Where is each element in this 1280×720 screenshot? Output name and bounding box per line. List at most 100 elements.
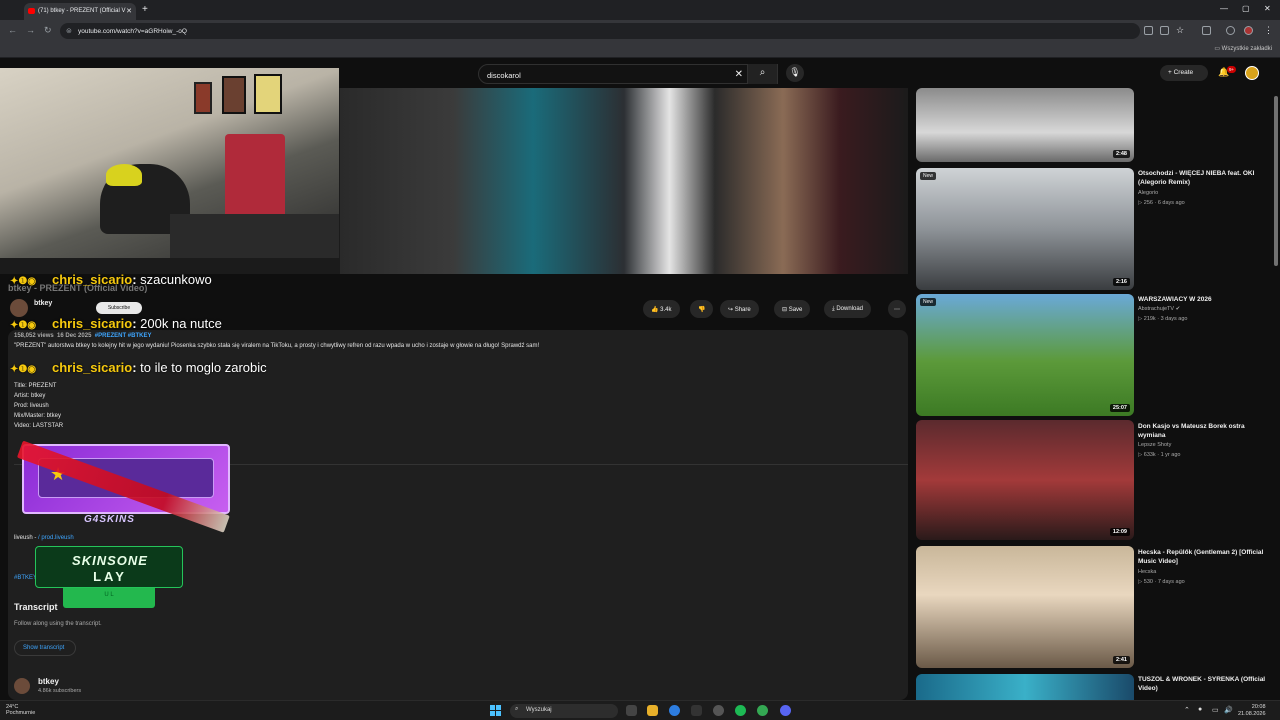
close-tab-icon[interactable]: ✕ xyxy=(126,7,132,15)
transcript-heading: Transcript xyxy=(14,602,58,612)
sidepanel-icon[interactable] xyxy=(1226,26,1235,35)
save-button[interactable]: ⊟ Save xyxy=(774,300,811,318)
windows-start-icon[interactable] xyxy=(490,705,502,717)
related-meta: ▷ 530 · 7 days ago xyxy=(1138,579,1185,585)
related-thumbnail[interactable]: 2:48 xyxy=(916,88,1134,162)
related-thumbnail[interactable]: 2:41 xyxy=(916,546,1134,668)
share-button[interactable]: ↪ Share xyxy=(720,300,759,318)
gaming-chair xyxy=(225,134,285,224)
channel-name[interactable]: btkey xyxy=(34,300,52,307)
discord-icon[interactable] xyxy=(780,705,791,716)
related-title[interactable]: WARSZAWIACY W 2026 xyxy=(1138,295,1268,304)
related-meta: ▷ 219k · 3 days ago xyxy=(1138,316,1188,322)
extensions-icon[interactable] xyxy=(1202,26,1211,35)
notification-count-badge: 9+ xyxy=(1227,66,1237,73)
chat-message: ✦❶◉ chris_sicario: 200k na nutce xyxy=(10,316,222,331)
channel-name-footer[interactable]: btkey xyxy=(38,677,59,686)
taskbar-clock[interactable]: 20:08 21.08.2026 xyxy=(1238,704,1266,718)
related-channel[interactable]: Lepsze Shoty xyxy=(1138,442,1171,448)
related-thumbnail[interactable]: 12:09 xyxy=(916,420,1134,540)
weather-widget[interactable]: 24°C Pochmurnie xyxy=(6,704,35,716)
description-box[interactable] xyxy=(8,330,908,700)
credit-title: Title: PREZENT xyxy=(14,383,57,389)
spotify-icon[interactable] xyxy=(735,705,746,716)
subscribe-button[interactable]: Subscribe xyxy=(96,302,142,314)
menu-kebab-icon[interactable]: ⋮ xyxy=(1264,25,1273,36)
channel-avatar[interactable] xyxy=(10,299,28,317)
chrome-icon[interactable] xyxy=(669,705,680,716)
download-button[interactable]: ⤓ Download xyxy=(824,300,872,318)
desk xyxy=(170,214,339,258)
site-info-icon[interactable]: ⊜ xyxy=(66,27,72,35)
related-title[interactable]: Don Kasjo vs Mateusz Borek ostra wymiana xyxy=(1138,422,1268,440)
browser-tab[interactable]: (71) btkey - PREZENT (Official V ✕ xyxy=(24,3,136,20)
video-tags[interactable]: #PREZENT #BTKEY xyxy=(95,333,152,339)
task-view-icon[interactable] xyxy=(626,705,637,716)
app-icon[interactable] xyxy=(713,705,724,716)
channel-avatar-footer[interactable] xyxy=(14,678,30,694)
account-avatar[interactable] xyxy=(1245,66,1259,80)
minimize-icon[interactable]: — xyxy=(1220,4,1228,13)
tray-app-icon[interactable]: ● xyxy=(1198,706,1202,713)
cast-icon[interactable] xyxy=(1160,26,1169,35)
reload-icon[interactable]: ↻ xyxy=(44,25,52,36)
credit-artist: Artist: btkey xyxy=(14,393,46,399)
related-channel[interactable]: AbstrachujeTV ✔ xyxy=(1138,306,1180,312)
clear-search-icon[interactable]: ✕ xyxy=(735,69,743,80)
forward-icon[interactable]: → xyxy=(26,25,35,35)
translate-icon[interactable] xyxy=(1144,26,1153,35)
related-thumbnail[interactable]: New 25:07 xyxy=(916,294,1134,416)
microphone-icon[interactable]: 🎙 xyxy=(786,64,804,82)
back-icon[interactable]: ← xyxy=(8,25,17,35)
volume-icon[interactable]: 🔊 xyxy=(1224,706,1233,714)
skinsone-tab: U L xyxy=(63,588,155,608)
scrollbar-thumb[interactable] xyxy=(1274,96,1278,266)
search-icon[interactable]: ⌕ xyxy=(747,64,777,84)
app-icon[interactable] xyxy=(691,705,702,716)
bookmarks-bar: ▭ Wszystkie zakładki xyxy=(0,42,1280,58)
chat-username: chris_sicario xyxy=(52,316,133,331)
tray-chevron-icon[interactable]: ⌃ xyxy=(1184,706,1190,714)
file-explorer-icon[interactable] xyxy=(647,705,658,716)
wall-frame xyxy=(254,74,282,114)
new-badge: New xyxy=(920,298,937,306)
related-title[interactable]: Hecska - Repülők (Gentleman 2) [Official… xyxy=(1138,548,1268,566)
close-window-icon[interactable]: ✕ xyxy=(1264,4,1271,13)
profile-icon[interactable] xyxy=(1244,26,1253,35)
more-actions-icon[interactable]: ⋯ xyxy=(888,300,906,318)
related-channel[interactable]: Hecska xyxy=(1138,569,1156,575)
new-tab-icon[interactable]: + xyxy=(142,4,148,15)
download-icon: ⤓ xyxy=(832,306,835,312)
chat-message: ✦❶◉ chris_sicario: szacunkowo xyxy=(10,272,212,287)
url-field[interactable]: ⊜ youtube.com/watch?v=aGRHoiw_-oQ xyxy=(60,23,1140,39)
related-thumbnail[interactable]: New 2:16 xyxy=(916,168,1134,290)
chat-text: to ile to moglo zarobic xyxy=(140,360,267,375)
producer-line: liveush - / prod.liveush xyxy=(14,535,74,541)
chat-text: szacunkowo xyxy=(140,272,212,287)
producer-link[interactable]: / prod.liveush xyxy=(38,535,74,541)
maximize-icon[interactable]: ▢ xyxy=(1242,4,1250,13)
related-title[interactable]: TUSZOL & WRONEK - SYRENKA (Official Vide… xyxy=(1138,675,1268,693)
chat-badges-icon: ✦❶◉ xyxy=(10,320,37,331)
duration-badge: 12:09 xyxy=(1109,528,1130,536)
related-thumbnail[interactable] xyxy=(916,674,1134,700)
related-channel[interactable]: Alegorio xyxy=(1138,190,1158,196)
network-icon[interactable]: ▭ xyxy=(1212,706,1219,714)
address-bar: ← → ↻ ⊜ youtube.com/watch?v=aGRHoiw_-oQ … xyxy=(0,20,1280,42)
all-bookmarks-link[interactable]: ▭ Wszystkie zakładki xyxy=(1214,45,1272,52)
tab-title: (71) btkey - PREZENT (Official V xyxy=(38,8,126,14)
taskbar-search[interactable]: ⌕ Wyszukaj xyxy=(510,704,618,718)
browser-icon[interactable] xyxy=(757,705,768,716)
new-badge: New xyxy=(920,172,937,180)
create-button[interactable]: + Create xyxy=(1160,65,1208,81)
wall-frame xyxy=(222,76,246,114)
like-button[interactable]: 👍 3.4k xyxy=(643,300,680,318)
windows-taskbar: 24°C Pochmurnie ⌕ Wyszukaj ⌃ ● ▭ 🔊 20:08… xyxy=(0,700,1280,720)
search-input[interactable]: discokarol ✕ ⌕ xyxy=(478,64,778,84)
show-transcript-button[interactable]: Show transcript xyxy=(14,640,76,656)
bookmark-star-icon[interactable]: ☆ xyxy=(1176,25,1184,36)
weather-condition: Pochmurnie xyxy=(6,710,36,716)
dislike-button[interactable]: 👎 xyxy=(690,300,714,318)
share-icon: ↪ xyxy=(728,307,734,313)
related-title[interactable]: Otsochodzi - WIĘCEJ NIEBA feat. OKI (Ale… xyxy=(1138,169,1268,187)
